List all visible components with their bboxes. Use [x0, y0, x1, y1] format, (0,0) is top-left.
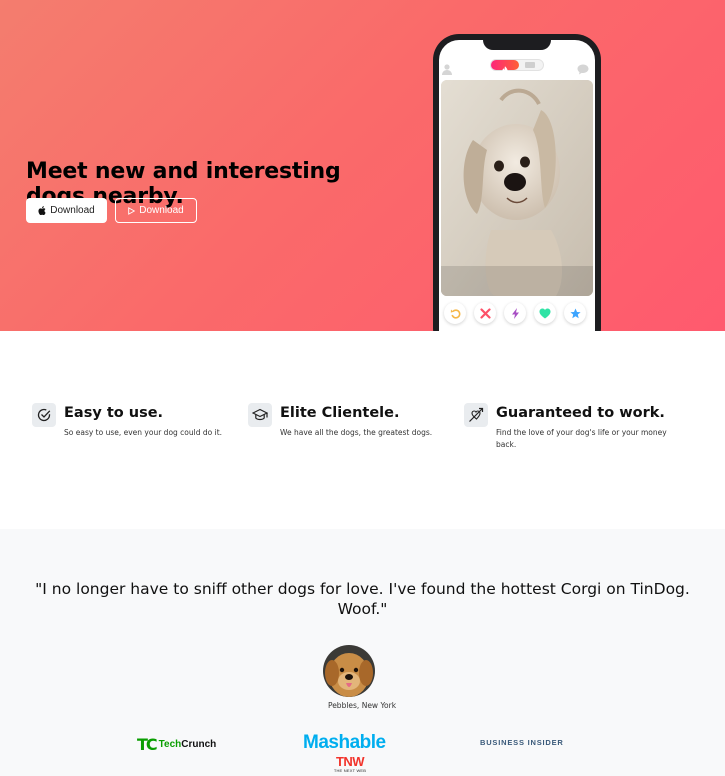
stack-icon [525, 62, 535, 68]
feature-text: So easy to use, even your dog could do i… [64, 428, 223, 437]
phone-screen [439, 40, 595, 331]
feature-text: We have all the dogs, the greatest dogs. [280, 428, 433, 437]
apple-icon [38, 206, 46, 215]
boost-icon [511, 307, 519, 319]
feature-title: Easy to use. [64, 405, 164, 421]
flame-toggle-active [491, 60, 519, 74]
tnw-mark: TNW [335, 754, 365, 769]
feature-text: Find the love of your dog's life or your… [496, 428, 667, 449]
download-apple-label: Download [50, 205, 95, 216]
google-play-icon [128, 206, 136, 215]
rewind-button[interactable] [444, 302, 466, 324]
action-bar [439, 302, 595, 328]
feature-title: Guaranteed to work. [496, 405, 665, 421]
like-button[interactable] [534, 302, 556, 324]
dog-profile-photo[interactable] [441, 80, 593, 296]
phone-mockup [433, 34, 601, 331]
tnw-subtitle: THE NEXT WEB [333, 768, 367, 773]
avatar [323, 645, 375, 697]
download-google-play-label: Download [139, 205, 184, 216]
super-like-button[interactable] [564, 302, 586, 324]
mashable-logo: Mashable [303, 732, 386, 753]
phone-notch [483, 40, 551, 50]
techcrunch-mark: TC [137, 735, 158, 754]
techcrunch-text: TechCrunch [158, 739, 217, 750]
download-apple-button[interactable]: Download [26, 198, 107, 223]
super-like-icon [569, 308, 581, 318]
flame-icon [502, 66, 508, 74]
nope-icon [479, 307, 491, 319]
hero-section: Meet new and interesting dogs nearby. Do… [0, 0, 725, 331]
business-insider-logo: BUSINESS INSIDER [480, 738, 564, 747]
download-google-play-button[interactable]: Download [115, 198, 197, 223]
graduation-cap-icon [248, 403, 272, 427]
boost-button[interactable] [504, 302, 526, 324]
rewind-icon [450, 308, 460, 319]
dog-illustration [441, 80, 593, 296]
feature-title: Elite Clientele. [280, 405, 400, 421]
like-icon [539, 308, 551, 318]
nope-button[interactable] [474, 302, 496, 324]
techcrunch-logo: TC TechCrunch [137, 735, 216, 754]
testimonial-author: Pebbles, New York [327, 701, 397, 710]
testimonial-quote: "I no longer have to sniff other dogs fo… [35, 580, 690, 618]
discover-toggle[interactable] [490, 59, 544, 74]
chat-icon [577, 60, 589, 79]
heart-arrow-icon [464, 403, 488, 427]
check-circle-icon [32, 403, 56, 427]
testimonial-section: "I no longer have to sniff other dogs fo… [0, 529, 725, 776]
user-icon [442, 60, 452, 79]
tnw-logo: TNW THE NEXT WEB [332, 754, 368, 773]
